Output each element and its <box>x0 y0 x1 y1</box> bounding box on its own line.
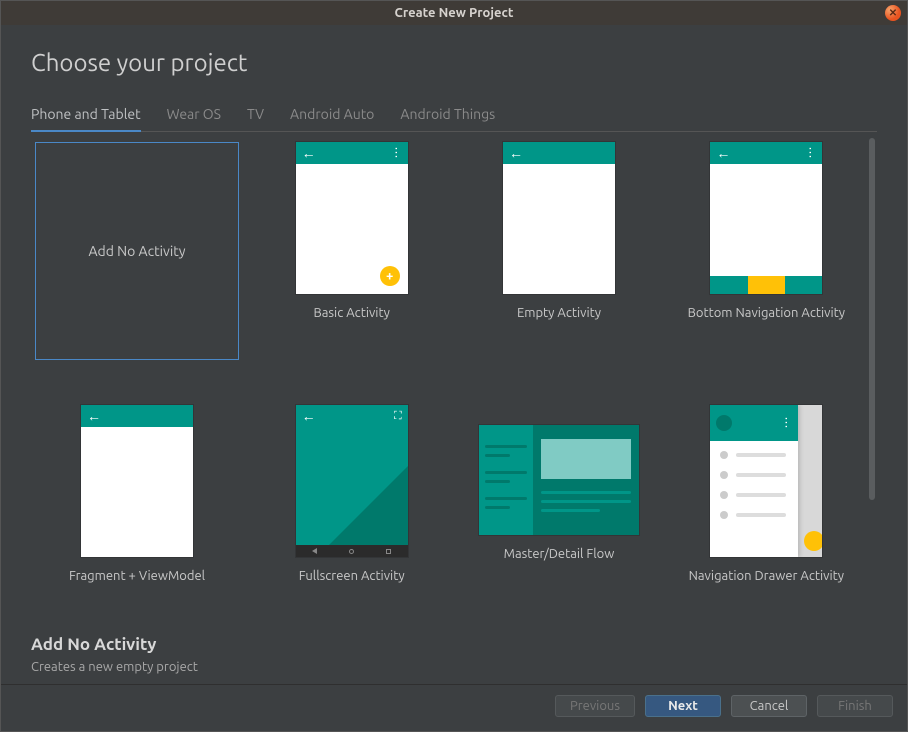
template-grid: Add No Activity ← ⋯ + Basic Activity <box>31 138 865 620</box>
selection-detail: Add No Activity Creates a new empty proj… <box>1 620 907 684</box>
template-master-detail-flow[interactable]: Master/Detail Flow <box>460 401 657 614</box>
tab-android-auto[interactable]: Android Auto <box>290 102 374 132</box>
back-arrow-icon: ← <box>302 146 316 160</box>
appbar: ← ⋯ <box>710 142 822 164</box>
template-label: Empty Activity <box>517 306 601 320</box>
dialog-content: Choose your project Phone and Tablet Wea… <box>1 25 907 620</box>
selection-title: Add No Activity <box>31 635 877 654</box>
titlebar: Create New Project ✕ <box>1 1 907 25</box>
template-label: Fullscreen Activity <box>299 569 405 583</box>
template-fullscreen-activity[interactable]: ← ⛶ Fullscreen Activity <box>253 401 450 614</box>
tab-wear-os[interactable]: Wear OS <box>167 102 221 132</box>
android-nav-bar <box>296 545 408 557</box>
fab-icon <box>804 531 822 551</box>
platform-tabs: Phone and Tablet Wear OS TV Android Auto… <box>31 102 877 132</box>
thumb-fragment-viewmodel: ← <box>81 405 193 557</box>
fab-icon: + <box>380 266 400 286</box>
tab-android-things[interactable]: Android Things <box>400 102 495 132</box>
thumb-empty-activity: ← <box>503 142 615 294</box>
finish-button[interactable]: Finish <box>817 695 893 717</box>
thumb-navigation-drawer: ⋯ <box>710 405 822 557</box>
template-label: Master/Detail Flow <box>504 547 615 561</box>
back-arrow-icon: ← <box>302 409 316 423</box>
appbar: ← <box>81 405 193 427</box>
template-navigation-drawer-activity[interactable]: ⋯ Navigat <box>668 401 865 614</box>
template-bottom-navigation-activity[interactable]: ← ⋯ Bottom Navigation Activity <box>668 138 865 391</box>
template-label: Navigation Drawer Activity <box>689 569 844 583</box>
template-basic-activity[interactable]: ← ⋯ + Basic Activity <box>253 138 450 391</box>
overflow-menu-icon: ⋯ <box>389 147 401 160</box>
tab-phone-and-tablet[interactable]: Phone and Tablet <box>31 102 141 132</box>
template-label: Fragment + ViewModel <box>69 569 205 583</box>
cancel-button[interactable]: Cancel <box>731 695 807 717</box>
dialog-window: Create New Project ✕ Choose your project… <box>0 0 908 732</box>
nav-recent-icon <box>386 549 391 554</box>
close-icon[interactable]: ✕ <box>885 5 901 21</box>
previous-button[interactable]: Previous <box>555 695 635 717</box>
template-grid-wrap: Add No Activity ← ⋯ + Basic Activity <box>31 138 877 620</box>
detail-pane <box>533 425 639 535</box>
overflow-menu-icon: ⋯ <box>804 147 816 160</box>
fullscreen-icon: ⛶ <box>394 410 402 423</box>
template-label: Bottom Navigation Activity <box>688 306 845 320</box>
template-label: Basic Activity <box>313 306 389 320</box>
grid-scrollbar[interactable] <box>867 138 877 620</box>
nav-back-icon <box>312 548 317 554</box>
scroll-thumb[interactable] <box>869 138 875 500</box>
template-add-no-activity[interactable]: Add No Activity <box>31 138 243 391</box>
wizard-button-bar: Previous Next Cancel Finish <box>1 684 907 731</box>
bottom-nav-bar <box>710 276 822 294</box>
master-pane <box>479 425 533 535</box>
overflow-menu-icon: ⋯ <box>779 417 791 430</box>
thumb-add-no-activity-label: Add No Activity <box>88 243 185 259</box>
thumb-bottom-navigation: ← ⋯ <box>710 142 822 294</box>
template-empty-activity[interactable]: ← Empty Activity <box>460 138 657 391</box>
nav-home-icon <box>349 549 354 554</box>
tab-tv[interactable]: TV <box>247 102 264 132</box>
thumb-add-no-activity: Add No Activity <box>35 142 239 360</box>
thumb-master-detail <box>479 425 639 535</box>
selection-description: Creates a new empty project <box>31 660 877 674</box>
template-fragment-viewmodel[interactable]: ← Fragment + ViewModel <box>31 401 243 614</box>
back-arrow-icon: ← <box>716 146 730 160</box>
thumb-basic-activity: ← ⋯ + <box>296 142 408 294</box>
nav-drawer: ⋯ <box>710 405 797 557</box>
page-title: Choose your project <box>31 49 877 76</box>
fullscreen-body: ← ⛶ <box>296 405 408 557</box>
avatar-icon <box>716 415 732 431</box>
appbar: ← <box>503 142 615 164</box>
back-arrow-icon: ← <box>87 409 101 423</box>
back-arrow-icon: ← <box>509 146 523 160</box>
next-button[interactable]: Next <box>645 695 721 717</box>
window-title: Create New Project <box>395 6 514 20</box>
appbar: ← ⋯ <box>296 142 408 164</box>
thumb-fullscreen: ← ⛶ <box>296 405 408 557</box>
